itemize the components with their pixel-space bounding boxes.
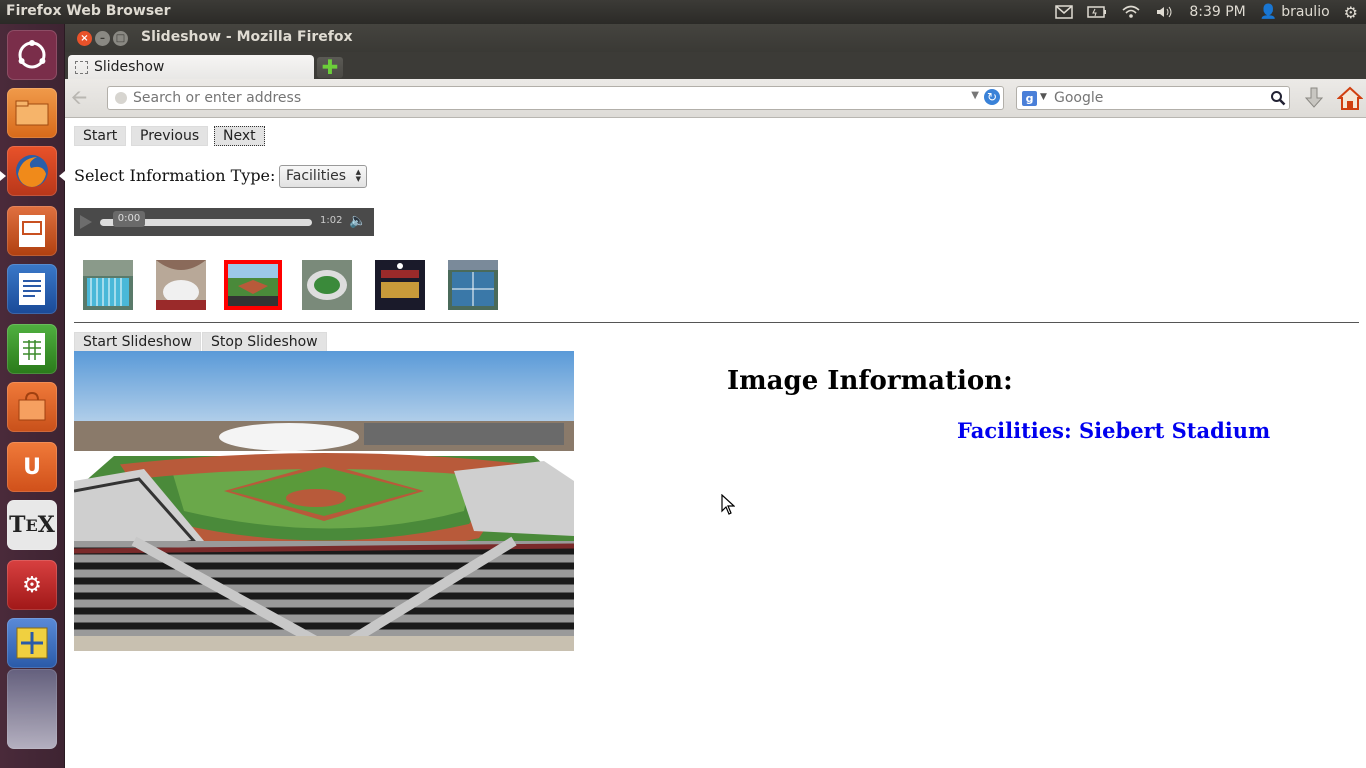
software-center-icon[interactable] (7, 382, 57, 432)
info-type-select[interactable]: Facilities ▲ ▼ (279, 165, 367, 188)
next-button[interactable]: Next (214, 126, 265, 146)
volume-icon[interactable] (1155, 5, 1175, 19)
user-icon: 👤 (1259, 4, 1278, 20)
user-menu[interactable]: 👤 braulio (1260, 4, 1330, 20)
close-window-icon[interactable]: × (77, 31, 92, 46)
window-titlebar: × – □ Slideshow - Mozilla Firefox (65, 24, 1366, 52)
system-settings-icon[interactable]: ⚙ (7, 560, 57, 610)
texmaker-icon[interactable]: TEX (7, 500, 57, 550)
back-arrow-icon: 🡨 (71, 85, 88, 109)
slideshow-image (74, 351, 574, 651)
history-dropdown-icon[interactable]: ▼ (971, 90, 979, 101)
session-gear-icon[interactable]: ⚙ (1344, 3, 1358, 22)
thumbnail-baseball-selected[interactable] (224, 260, 282, 310)
address-bar[interactable]: ▼ ↻ (107, 86, 1004, 110)
firefox-icon[interactable] (7, 146, 57, 196)
clock[interactable]: 8:39 PM (1189, 4, 1245, 20)
writer-icon[interactable] (7, 264, 57, 314)
trash-stack-icon[interactable] (7, 669, 57, 749)
downloads-button[interactable] (1303, 86, 1325, 110)
window-title: Slideshow - Mozilla Firefox (141, 29, 353, 45)
tab-bar: Slideshow ✚ (65, 52, 1366, 80)
audio-current-time: 0:00 (113, 211, 145, 227)
image-info-heading: Image Information: (727, 366, 1013, 396)
image-caption: Facilities: Siebert Stadium (957, 418, 1271, 443)
minimize-window-icon[interactable]: – (95, 31, 110, 46)
stop-slideshow-button[interactable]: Stop Slideshow (202, 332, 327, 352)
impress-icon[interactable] (7, 206, 57, 256)
search-bar[interactable]: g ▼ (1016, 86, 1290, 110)
search-input[interactable] (1054, 89, 1254, 107)
volume-icon[interactable]: 🔈 (349, 213, 366, 229)
start-button[interactable]: Start (74, 126, 127, 146)
info-type-value: Facilities (286, 168, 346, 184)
thumbnail-arena[interactable] (156, 260, 206, 310)
battery-icon[interactable] (1087, 6, 1107, 18)
navigation-bar: 🡨 ▼ ↻ g ▼ (65, 79, 1366, 118)
plus-icon: ✚ (321, 55, 339, 79)
address-input[interactable] (133, 89, 963, 107)
files-icon[interactable] (7, 88, 57, 138)
thumbnail-pool[interactable] (83, 260, 133, 310)
thumbnail-gym[interactable] (375, 260, 425, 310)
page-favicon-icon (75, 61, 88, 74)
running-indicator (0, 171, 6, 181)
new-tab-button[interactable]: ✚ (317, 57, 343, 78)
reload-icon[interactable]: ↻ (984, 89, 1000, 105)
info-type-label: Select Information Type: (74, 166, 276, 185)
calc-icon[interactable] (7, 324, 57, 374)
home-button[interactable] (1336, 85, 1364, 111)
active-app-title: Firefox Web Browser (6, 3, 171, 19)
tab-label: Slideshow (94, 59, 165, 75)
divider (74, 322, 1359, 323)
workspace-switcher-icon[interactable] (7, 618, 57, 668)
back-button[interactable]: 🡨 (71, 87, 97, 109)
tab-slideshow[interactable]: Slideshow (68, 55, 314, 80)
globe-icon (115, 92, 127, 104)
indicator-area: 8:39 PM 👤 braulio ⚙ (1055, 2, 1358, 22)
launcher: U TEX ⚙ (0, 24, 65, 768)
mouse-pointer-icon (721, 493, 736, 520)
audio-duration: 1:02 (320, 215, 343, 226)
mail-icon[interactable] (1055, 5, 1074, 19)
play-icon[interactable] (80, 215, 92, 229)
page-content: Start Previous Next Select Information T… (65, 119, 1366, 768)
engine-dropdown-icon[interactable]: ▼ (1040, 92, 1047, 102)
wifi-icon[interactable] (1121, 5, 1141, 19)
top-panel: Firefox Web Browser 8:39 PM 👤 braulio ⚙ (0, 0, 1366, 24)
home-icon (1336, 86, 1364, 110)
search-icon[interactable] (1270, 90, 1286, 106)
previous-button[interactable]: Previous (131, 126, 209, 146)
start-slideshow-button[interactable]: Start Slideshow (74, 332, 201, 352)
thumbnail-tennis[interactable] (448, 260, 498, 310)
download-arrow-icon (1304, 87, 1324, 108)
select-arrows-icon: ▲ ▼ (355, 168, 361, 183)
audio-player: 0:00 1:02 🔈 (74, 208, 374, 236)
user-name: braulio (1281, 4, 1330, 20)
thumbnail-stadium-aerial[interactable] (302, 260, 352, 310)
ubuntu-one-icon[interactable]: U (7, 442, 57, 492)
audio-progress-track[interactable]: 0:00 (100, 211, 312, 227)
maximize-window-icon[interactable]: □ (113, 31, 128, 46)
google-engine-icon[interactable]: g (1022, 91, 1037, 106)
dash-home-icon[interactable] (7, 30, 57, 80)
